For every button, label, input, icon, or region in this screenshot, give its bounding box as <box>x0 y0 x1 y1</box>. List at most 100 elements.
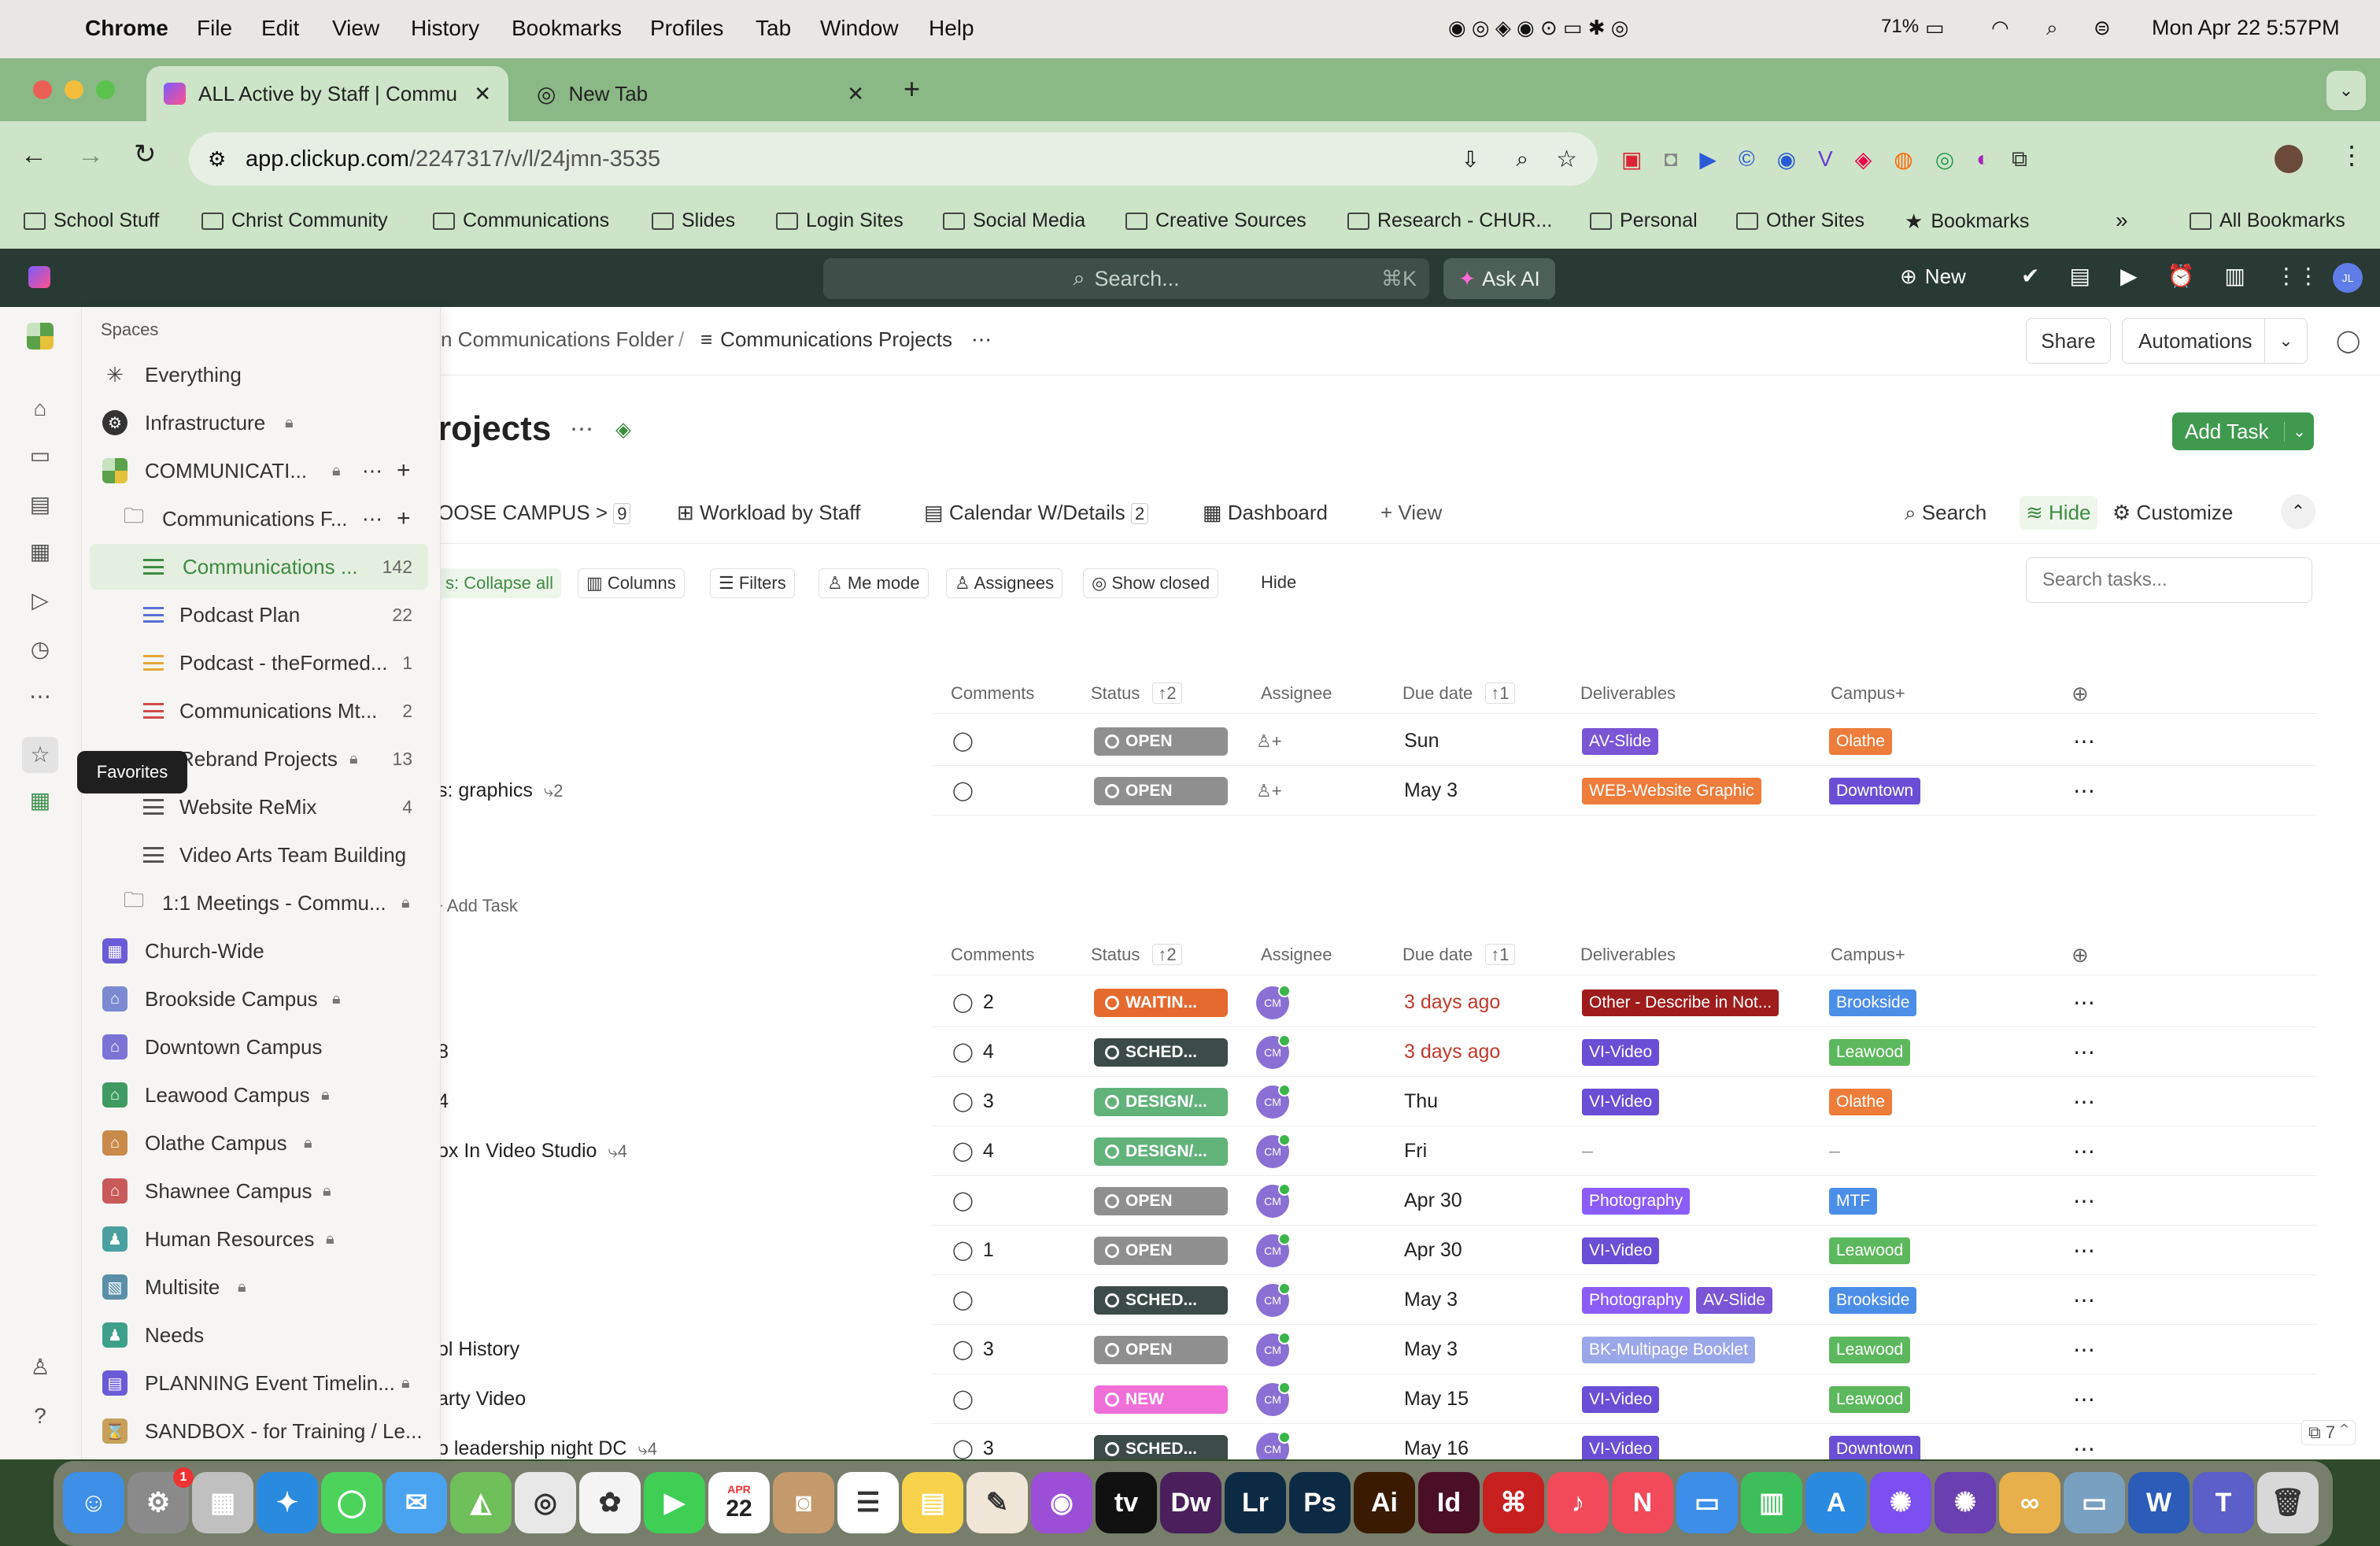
sidebar-item-podcast-theformed[interactable]: Podcast - theFormed... 1 <box>82 640 440 686</box>
battery-percent[interactable]: 71% <box>1881 16 1919 38</box>
due-date-cell[interactable]: Apr 30 <box>1404 1226 1462 1275</box>
add-plus-icon[interactable]: + <box>397 457 411 484</box>
bookmark-star-icon[interactable]: ☆ <box>1556 146 1577 173</box>
column-header-assignee[interactable]: Assignee <box>1261 683 1332 704</box>
address-bar[interactable]: ⚙ app.clickup.com/2247317/v/l/24jmn-3535… <box>189 132 1598 186</box>
comments-cell[interactable]: ◯ <box>952 716 983 766</box>
row-more-icon[interactable]: ⋯ <box>2073 1126 2095 1176</box>
extension-t-icon[interactable]: ◍ <box>1894 146 1913 172</box>
extensions-puzzle-icon[interactable]: ⧉ <box>2012 146 2027 172</box>
due-date-cell[interactable]: Fri <box>1404 1126 1427 1176</box>
extension-purple-icon[interactable]: ◐ <box>1976 146 1990 172</box>
status-cell[interactable]: SCHED... <box>1094 1275 1228 1325</box>
creative-cloud-icon[interactable]: ∞ <box>1999 1472 2060 1533</box>
chrome-icon[interactable]: ◎ <box>515 1472 576 1533</box>
forward-icon[interactable]: → <box>77 140 104 171</box>
status-badge[interactable]: SCHED... <box>1094 1037 1228 1067</box>
assignee-cell[interactable]: CM <box>1256 1126 1291 1176</box>
sidebar-item-olathe[interactable]: ⌂ Olathe Campus 🔒︎ <box>82 1120 440 1166</box>
numbers-icon[interactable]: ▥ <box>1741 1472 1802 1533</box>
window-minimize-button[interactable] <box>65 80 83 99</box>
due-date-cell[interactable]: 3 days ago <box>1404 1027 1500 1077</box>
status-badge[interactable]: OPEN <box>1094 1186 1228 1215</box>
campus-cell[interactable]: Leawood <box>1829 1027 1916 1077</box>
clickup-dock-icon[interactable]: ✺ <box>1870 1472 1931 1533</box>
tab-close-icon[interactable]: ✕ <box>847 82 864 106</box>
campus-cell[interactable]: Leawood <box>1829 1374 1916 1424</box>
more-dots-icon[interactable]: ⋯ <box>362 459 382 483</box>
menu-help[interactable]: Help <box>929 16 974 41</box>
messages-icon[interactable]: ◯ <box>321 1472 382 1533</box>
status-badge[interactable]: OPEN <box>1094 727 1228 756</box>
assignees-button[interactable]: ♙ Assignees <box>946 568 1063 598</box>
add-view-button[interactable]: + View <box>1380 501 1442 525</box>
assignee-avatar[interactable]: CM <box>1256 1430 1291 1459</box>
document-icon[interactable]: ▥ <box>2224 263 2245 289</box>
back-icon[interactable]: ← <box>20 140 47 171</box>
column-header-comments[interactable]: Comments <box>951 683 1034 704</box>
status-cell[interactable]: OPEN <box>1094 766 1228 816</box>
notes-icon[interactable]: ▤ <box>902 1472 963 1533</box>
acrobat-icon[interactable]: ⌘ <box>1483 1472 1544 1533</box>
bookmark-folder[interactable]: Slides <box>652 209 735 232</box>
menu-edit[interactable]: Edit <box>261 16 299 41</box>
business-icon[interactable]: ✺ <box>1935 1472 1996 1533</box>
sidebar-item-communications-folder[interactable]: 🗀︎ Communications F... ⋯ + <box>82 496 440 542</box>
site-info-icon[interactable]: ⚙ <box>208 147 226 172</box>
assignee-cell[interactable]: ♙+ <box>1256 716 1282 766</box>
add-task-button[interactable]: Add Task ⌄ <box>2172 412 2314 450</box>
dashboards-icon[interactable]: ▦ <box>27 538 54 565</box>
reload-icon[interactable]: ↻ <box>134 139 157 170</box>
status-badge[interactable]: DESIGN/... <box>1094 1137 1228 1166</box>
status-cell[interactable]: SCHED... <box>1094 1027 1228 1077</box>
profile-avatar[interactable] <box>2275 145 2303 173</box>
assignee-cell[interactable]: CM <box>1256 1027 1291 1077</box>
indesign-icon[interactable]: Id <box>1418 1472 1480 1533</box>
due-date-cell[interactable]: May 3 <box>1404 766 1458 816</box>
sidebar-item-human-resources[interactable]: ♟ Human Resources 🔒︎ <box>82 1216 440 1262</box>
launchpad-icon[interactable]: ▦ <box>192 1472 253 1533</box>
bookmark-folder[interactable]: Christ Community <box>201 209 388 232</box>
column-header-deliverables[interactable]: Deliverables <box>1580 945 1676 965</box>
due-date-cell[interactable]: Apr 30 <box>1404 1176 1462 1226</box>
sidebar-item-1-1-meetings[interactable]: 🗀︎ 1:1 Meetings - Commu... 🔒︎ <box>82 880 440 926</box>
show-closed-button[interactable]: ◎ Show closed <box>1083 568 1219 598</box>
bookmark-folder[interactable]: Other Sites <box>1736 209 1864 232</box>
clips-icon[interactable]: ▷ <box>27 587 54 614</box>
news-icon[interactable]: N <box>1612 1472 1673 1533</box>
campus-cell[interactable]: Downtown <box>1829 766 1927 816</box>
spaces-grid-icon[interactable]: ▦ <box>27 787 54 814</box>
row-more-icon[interactable]: ⋯ <box>2073 978 2095 1027</box>
window-close-button[interactable] <box>33 80 52 99</box>
clickup-logo-icon[interactable] <box>28 266 50 288</box>
row-more-icon[interactable]: ⋯ <box>2073 766 2095 816</box>
row-more-icon[interactable]: ⋯ <box>2073 1077 2095 1126</box>
sort-badge[interactable]: ↑2 <box>1152 944 1182 965</box>
comments-cell[interactable]: ◯ <box>952 1176 983 1226</box>
tab-new-tab[interactable]: ◎ New Tab ✕ <box>519 66 881 121</box>
inbox-icon[interactable]: ▭ <box>27 442 54 469</box>
assignee-cell[interactable]: CM <box>1256 1325 1291 1374</box>
spotlight-icon[interactable]: ⌕ <box>2046 16 2058 41</box>
bookmark-folder[interactable]: School Stuff <box>24 209 159 232</box>
status-badge[interactable]: OPEN <box>1094 776 1228 805</box>
column-header-deliverables[interactable]: Deliverables <box>1580 683 1676 704</box>
assignee-cell[interactable]: CM <box>1256 1077 1291 1126</box>
keynote-icon[interactable]: ▭ <box>1676 1472 1738 1533</box>
subtask-count[interactable]: ⤷4 <box>608 1141 627 1162</box>
task-name[interactable]: arty Video <box>438 1374 526 1424</box>
inline-add-task[interactable]: + Add Task <box>433 896 518 916</box>
window-zoom-button[interactable] <box>96 80 115 99</box>
sidebar-item-shawnee[interactable]: ⌂ Shawnee Campus 🔒︎ <box>82 1168 440 1214</box>
word-icon[interactable]: W <box>2128 1472 2190 1533</box>
assignee-avatar[interactable]: CM <box>1256 1282 1291 1317</box>
column-header-comments[interactable]: Comments <box>951 945 1034 965</box>
customize-button[interactable]: ⚙ Customize <box>2112 501 2233 525</box>
video-icon[interactable]: ▶ <box>2120 263 2138 289</box>
campus-cell[interactable]: Downtown <box>1829 1424 1927 1459</box>
deliverables-cell[interactable]: VI-Video <box>1582 1374 1665 1424</box>
subtask-count[interactable]: ⤷4 <box>638 1439 657 1459</box>
menu-window[interactable]: Window <box>820 16 899 41</box>
deliverables-cell[interactable]: Other - Describe in Not... <box>1582 978 1785 1027</box>
add-column-icon[interactable]: ⊕ <box>2071 943 2089 967</box>
